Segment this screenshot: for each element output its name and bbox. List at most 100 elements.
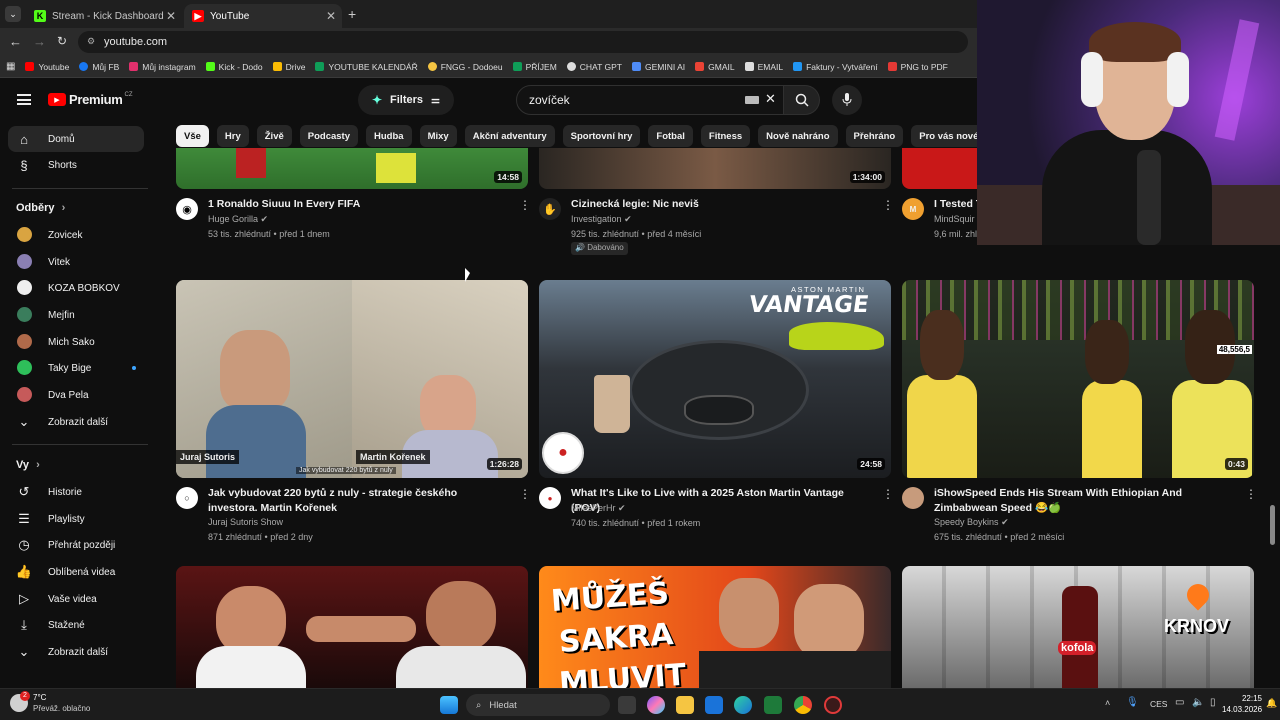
windows-start-icon[interactable] bbox=[440, 696, 458, 714]
microphone-icon[interactable]: 🎙 bbox=[1126, 697, 1139, 708]
video-thumbnail[interactable]: ASTON MARTIN VANTAGE ● 24:58 bbox=[539, 280, 891, 478]
tab-youtube[interactable]: ▶ YouTube ✕ bbox=[184, 4, 342, 28]
file-explorer-icon[interactable] bbox=[676, 696, 694, 714]
sidebar-item-home[interactable]: ⌂ Domů bbox=[8, 126, 144, 152]
outlook-icon[interactable] bbox=[705, 696, 723, 714]
clock[interactable]: 22:15 14.03.2026 bbox=[1222, 693, 1262, 715]
channel-avatar[interactable]: ● bbox=[539, 487, 561, 509]
chip[interactable]: Fitness bbox=[700, 125, 751, 147]
youtube-logo[interactable]: ▶ Premium CZ bbox=[48, 92, 133, 107]
url-field[interactable]: ⚙ youtube.com bbox=[78, 31, 968, 53]
bookmark[interactable]: GEMINI AI bbox=[631, 62, 685, 72]
apps-icon[interactable]: ▦ bbox=[6, 61, 15, 72]
notification-bell-icon[interactable]: 🔔 bbox=[1266, 698, 1277, 709]
close-tab-icon[interactable]: ✕ bbox=[326, 9, 336, 23]
sidebar-item-sub[interactable]: KOZA BOBKOV bbox=[8, 275, 144, 301]
chip[interactable]: Podcasty bbox=[299, 125, 359, 147]
sidebar-item-downloads[interactable]: ⤓ Stažené bbox=[8, 612, 144, 638]
bookmark[interactable]: GMAIL bbox=[695, 62, 735, 72]
xbox-icon[interactable] bbox=[764, 696, 782, 714]
filters-button[interactable]: ✦ Filters ⚌ bbox=[358, 85, 454, 115]
sidebar-item-sub[interactable]: Dva Pela bbox=[8, 382, 144, 408]
back-icon[interactable]: ← bbox=[9, 34, 22, 49]
keyboard-icon[interactable] bbox=[745, 96, 759, 104]
sidebar-item-show-more[interactable]: ⌄ Zobrazit další bbox=[8, 639, 144, 665]
close-tab-icon[interactable]: ✕ bbox=[166, 9, 176, 23]
video-title[interactable]: Jak vybudovat 220 bytů z nuly - strategi… bbox=[208, 486, 508, 516]
tab-kick-dashboard[interactable]: K Stream - Kick Dashboard ✕ bbox=[26, 4, 182, 28]
chip[interactable]: Nově nahráno bbox=[758, 125, 838, 147]
sidebar-item-your-videos[interactable]: ▷ Vaše videa bbox=[8, 586, 144, 612]
chip[interactable]: Přehráno bbox=[845, 125, 904, 147]
bookmark[interactable]: YOUTUBE KALENDÁŘ bbox=[315, 62, 418, 72]
video-title[interactable]: Cizinecká legie: Nic neviš bbox=[571, 197, 871, 212]
voice-search-button[interactable] bbox=[832, 85, 862, 115]
weather-widget[interactable]: 2 7°C Převáž. oblačno bbox=[10, 691, 90, 714]
subscriptions-heading[interactable]: Odběry › bbox=[16, 202, 65, 214]
sidebar-item-sub[interactable]: Mich Sako bbox=[8, 329, 144, 355]
channel-name[interactable]: Investigation ✔ bbox=[571, 214, 632, 225]
bookmark[interactable]: Můj instagram bbox=[129, 62, 196, 72]
video-thumbnail[interactable]: kofola KRNOV bbox=[902, 566, 1254, 688]
bookmark[interactable]: FNGG - Dodoeu bbox=[427, 62, 503, 72]
bookmark[interactable]: PNG to PDF bbox=[887, 62, 948, 72]
sidebar-item-shorts[interactable]: § Shorts bbox=[8, 152, 144, 178]
channel-name[interactable]: Juraj Sutoris Show bbox=[208, 517, 283, 527]
bookmark[interactable]: Faktury - Vytváření bbox=[793, 62, 878, 72]
video-thumbnail[interactable] bbox=[176, 566, 528, 688]
bookmark[interactable]: CHAT GPT bbox=[566, 62, 622, 72]
sidebar-item-sub[interactable]: Taky Bige bbox=[8, 355, 144, 381]
video-thumbnail[interactable]: 14:58 bbox=[176, 148, 528, 189]
more-options-icon[interactable]: ⋮ bbox=[1245, 487, 1257, 501]
channel-avatar[interactable]: ○ bbox=[176, 487, 198, 509]
video-title[interactable]: 1 Ronaldo Siuuu In Every FIFA bbox=[208, 197, 508, 212]
video-thumbnail[interactable]: 1:34:00 bbox=[539, 148, 891, 189]
chip[interactable]: Akční adventury bbox=[464, 125, 555, 147]
video-thumbnail[interactable]: 48,556,5 0:43 bbox=[902, 280, 1254, 478]
chip[interactable]: Živě bbox=[256, 125, 292, 147]
bookmark[interactable]: PŘÍJEM bbox=[512, 62, 557, 72]
obs-icon[interactable] bbox=[824, 696, 842, 714]
channel-avatar[interactable]: ✋ bbox=[539, 198, 561, 220]
page-scrollbar[interactable] bbox=[1270, 505, 1275, 545]
more-options-icon[interactable]: ⋮ bbox=[519, 487, 531, 501]
chip[interactable]: Hudba bbox=[366, 125, 412, 147]
channel-name[interactable]: Speedy Boykins ✔ bbox=[934, 517, 1009, 528]
network-icon[interactable]: ▭ bbox=[1175, 697, 1184, 708]
chip[interactable]: Mixy bbox=[419, 125, 457, 147]
more-options-icon[interactable]: ⋮ bbox=[882, 487, 894, 501]
bookmark[interactable]: Youtube bbox=[25, 62, 69, 72]
sidebar-item-sub[interactable]: Zovicek bbox=[8, 222, 144, 248]
site-info-icon[interactable]: ⚙ bbox=[87, 36, 95, 47]
task-view-icon[interactable] bbox=[618, 696, 636, 714]
channel-avatar[interactable]: M bbox=[902, 198, 924, 220]
channel-name[interactable]: Huge Gorilla ✔ bbox=[208, 214, 268, 225]
edge-icon[interactable] bbox=[734, 696, 752, 714]
you-heading[interactable]: Vy › bbox=[16, 459, 40, 471]
tray-chevron-icon[interactable]: ˄ bbox=[1105, 698, 1110, 708]
video-thumbnail[interactable]: MŮŽEŠ SAKRA MLUVIT bbox=[539, 566, 891, 688]
search-button[interactable] bbox=[784, 85, 820, 115]
forward-icon[interactable]: → bbox=[33, 34, 46, 49]
copilot-icon[interactable] bbox=[647, 696, 665, 714]
video-title[interactable]: iShowSpeed Ends His Stream With Ethiopia… bbox=[934, 486, 1238, 516]
chip[interactable]: Fotbal bbox=[648, 125, 693, 147]
bookmark[interactable]: Kick - Dodo bbox=[205, 62, 263, 72]
sidebar-item-playlists[interactable]: ☰ Playlisty bbox=[8, 506, 144, 532]
chip[interactable]: Hry bbox=[216, 125, 249, 147]
taskbar-search[interactable]: ⌕ Hledat bbox=[466, 694, 610, 716]
channel-avatar[interactable] bbox=[902, 487, 924, 509]
sidebar-item-history[interactable]: ↺ Historie bbox=[8, 479, 144, 505]
channel-avatar[interactable]: ◉ bbox=[176, 198, 198, 220]
chrome-icon[interactable] bbox=[794, 696, 812, 714]
clear-search-icon[interactable]: ✕ bbox=[765, 91, 776, 107]
bookmark[interactable]: Můj FB bbox=[79, 62, 119, 72]
chip[interactable]: Vše bbox=[176, 125, 209, 147]
chip[interactable]: Sportovní hry bbox=[562, 125, 641, 147]
more-options-icon[interactable]: ⋮ bbox=[519, 198, 531, 212]
sidebar-item-watch-later[interactable]: ◷ Přehrát později bbox=[8, 532, 144, 558]
sidebar-item-show-more[interactable]: ⌄ Zobrazit další bbox=[8, 409, 144, 435]
chip[interactable]: Pro vás nové bbox=[911, 125, 987, 147]
reload-icon[interactable]: ↻ bbox=[57, 34, 67, 48]
video-thumbnail[interactable] bbox=[902, 148, 977, 189]
